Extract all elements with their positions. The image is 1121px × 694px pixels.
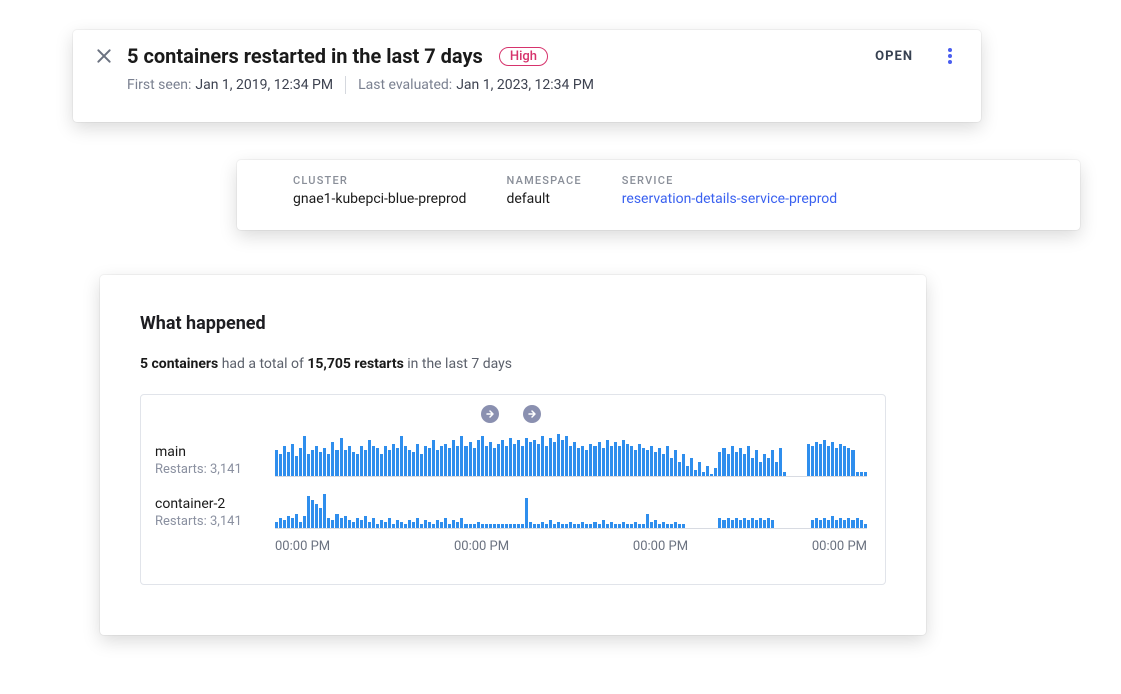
chart-series-restarts: Restarts: 3,141 (155, 462, 271, 477)
axis-tick: 00:00 PM (275, 539, 454, 554)
last-evaluated-label: Last evaluated: (358, 77, 452, 93)
service-link[interactable]: reservation-details-service-preprod (622, 191, 837, 207)
what-happened-card: What happened 5 containers had a total o… (100, 275, 926, 635)
chart-axis: 00:00 PM 00:00 PM 00:00 PM 00:00 PM (155, 539, 867, 554)
last-evaluated-value: Jan 1, 2023, 12:34 PM (456, 77, 594, 93)
namespace-column: NAMESPACE default (506, 174, 581, 216)
chart-series-label: container-2 Restarts: 3,141 (155, 496, 271, 529)
arrow-right-icon[interactable] (481, 405, 499, 423)
chart-series-container-2: container-2 Restarts: 3,141 (155, 481, 867, 529)
what-happened-title: What happened (140, 313, 886, 334)
severity-badge: High (499, 47, 548, 66)
first-seen-value: Jan 1, 2019, 12:34 PM (195, 77, 333, 93)
service-column: SERVICE reservation-details-service-prep… (622, 174, 837, 216)
chart-series-name: main (155, 444, 271, 460)
context-meta-card: CLUSTER gnae1-kubepci-blue-preprod NAMES… (237, 160, 1080, 230)
summary-mid: had a total of (218, 356, 307, 372)
close-icon[interactable] (95, 47, 113, 65)
arrow-right-icon[interactable] (523, 405, 541, 423)
chart-series-label: main Restarts: 3,141 (155, 444, 271, 477)
chart-series-main: main Restarts: 3,141 (155, 429, 867, 477)
chart-bars-container-2 (275, 481, 867, 529)
issue-title: 5 containers restarted in the last 7 day… (127, 44, 483, 68)
summary-containers: 5 containers (140, 356, 218, 372)
cluster-value: gnae1-kubepci-blue-preprod (293, 191, 466, 207)
namespace-label: NAMESPACE (506, 174, 581, 187)
axis-tick: 00:00 PM (633, 539, 812, 554)
axis-tick: 00:00 PM (812, 539, 867, 554)
divider (345, 76, 346, 94)
chart-bars-main (275, 429, 867, 477)
axis-tick: 00:00 PM (454, 539, 633, 554)
chart-nav-arrows (155, 405, 867, 423)
first-seen-label: First seen: (127, 77, 191, 93)
summary-restarts: 15,705 restarts (307, 356, 403, 372)
more-actions-icon[interactable] (941, 47, 959, 65)
cluster-column: CLUSTER gnae1-kubepci-blue-preprod (293, 174, 466, 216)
namespace-value: default (506, 191, 581, 207)
issue-header-card: 5 containers restarted in the last 7 day… (73, 30, 981, 122)
summary-suffix: in the last 7 days (404, 356, 512, 372)
chart-series-name: container-2 (155, 496, 271, 512)
cluster-label: CLUSTER (293, 174, 466, 187)
service-label: SERVICE (622, 174, 837, 187)
status-label: OPEN (875, 49, 913, 64)
what-happened-summary: 5 containers had a total of 15,705 resta… (140, 356, 886, 372)
header-meta-row: First seen: Jan 1, 2019, 12:34 PM Last e… (127, 76, 959, 94)
chart-series-restarts: Restarts: 3,141 (155, 514, 271, 529)
chart-panel: main Restarts: 3,141 container-2 Restart… (140, 394, 886, 585)
header-row: 5 containers restarted in the last 7 day… (95, 44, 959, 68)
